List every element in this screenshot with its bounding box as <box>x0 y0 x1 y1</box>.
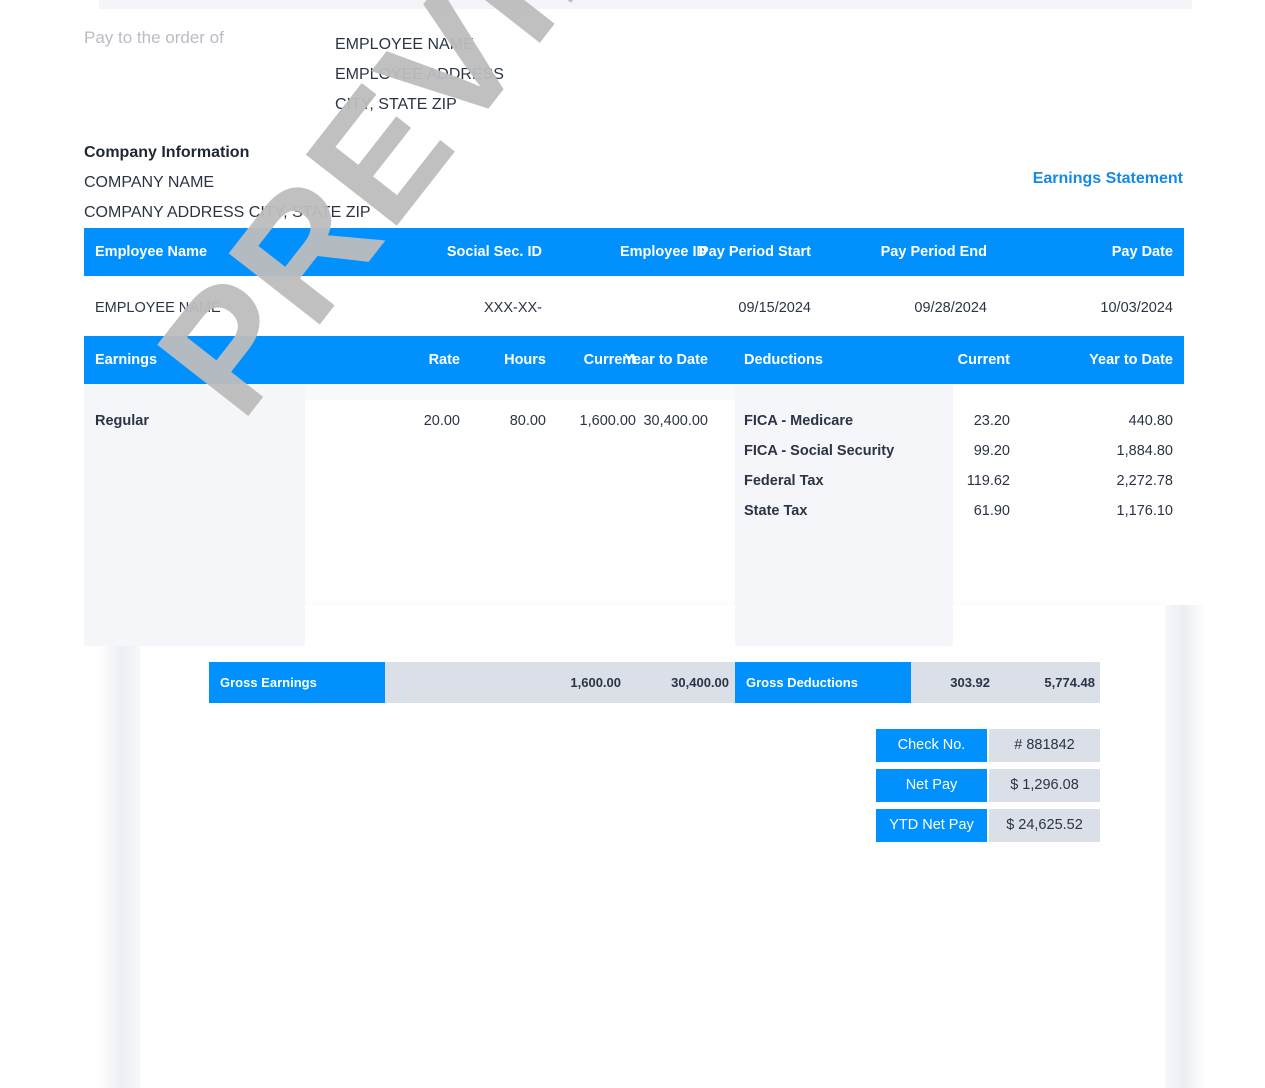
earnings-statement-title: Earnings Statement <box>1032 170 1183 187</box>
summary-value-ytd-net-pay: $ 24,625.52 <box>989 809 1100 842</box>
deduction-row-ytd: 2,272.78 <box>1116 473 1173 489</box>
gross-earnings-ytd: 30,400.00 <box>671 675 729 690</box>
payee-name-line: EMPLOYEE NAME <box>335 36 474 53</box>
page-gutter-right <box>1165 605 1206 1088</box>
value-employee-name: EMPLOYEE NAME <box>95 300 221 316</box>
deduction-row-ytd: 1,176.10 <box>1116 503 1173 519</box>
deduction-row-label: State Tax <box>744 503 808 519</box>
company-name: COMPANY NAME <box>84 174 215 191</box>
page-gutter-left <box>99 605 140 1088</box>
earnings-row-band <box>305 384 735 400</box>
summary-label-check-no: Check No. <box>876 729 987 762</box>
column-header-earnings-ytd: Year to Date <box>624 352 708 368</box>
paystub-page: Pay to the order of EMPLOYEE NAME EMPLOY… <box>0 0 1265 1088</box>
summary-row-ytd-net-pay: YTD Net Pay $ 24,625.52 <box>876 809 1100 842</box>
page-top-strip <box>99 0 1192 9</box>
deduction-row-current: 119.62 <box>966 473 1010 489</box>
gross-totals-strip: Gross Earnings 1,600.00 30,400.00 Gross … <box>209 662 1100 703</box>
summary-label-ytd-net-pay: YTD Net Pay <box>876 809 987 842</box>
summary-value-check-no: # 881842 <box>989 729 1100 762</box>
deduction-row-current: 23.20 <box>973 413 1010 429</box>
value-pay-date: 10/03/2024 <box>1100 300 1173 316</box>
summary-value-net-pay: $ 1,296.08 <box>989 769 1100 802</box>
summary-row-check-no: Check No. # 881842 <box>876 729 1100 762</box>
payee-address-line: EMPLOYEE ADDRESS <box>335 66 504 83</box>
deduction-row-ytd: 440.80 <box>1128 413 1173 429</box>
earnings-row-label: Regular <box>95 413 149 429</box>
payee-address-block: EMPLOYEE NAME EMPLOYEE ADDRESS CITY, STA… <box>335 30 504 120</box>
earnings-row-ytd: 30,400.00 <box>643 413 708 429</box>
deduction-row-current: 61.90 <box>973 503 1010 519</box>
column-header-pay-date: Pay Date <box>1111 244 1173 260</box>
column-header-employee-name: Employee Name <box>95 244 208 260</box>
deduction-row-ytd: 1,884.80 <box>1116 443 1173 459</box>
column-header-deductions: Deductions <box>744 352 823 368</box>
net-pay-summary-box: Check No. # 881842 Net Pay $ 1,296.08 YT… <box>876 729 1100 849</box>
payee-city-state-zip-line: CITY, STATE ZIP <box>335 96 457 113</box>
deduction-row-label: FICA - Social Security <box>744 443 895 459</box>
gross-earnings-label: Gross Earnings <box>209 662 385 703</box>
value-pay-period-end: 09/28/2024 <box>914 300 987 316</box>
gross-earnings-current: 1,600.00 <box>570 675 621 690</box>
column-header-pay-period-end: Pay Period End <box>880 244 987 260</box>
deduction-row-current: 99.20 <box>973 443 1010 459</box>
column-header-deductions-ytd: Year to Date <box>1089 352 1173 368</box>
deduction-row-label: Federal Tax <box>744 473 824 489</box>
value-pay-period-start: 09/15/2024 <box>738 300 811 316</box>
company-address: COMPANY ADDRESS CITY, STATE ZIP <box>84 204 371 221</box>
gross-deductions-ytd: 5,774.48 <box>1044 675 1095 690</box>
employee-info-table: Employee Name Social Sec. ID Employee ID… <box>84 228 1184 337</box>
summary-label-net-pay: Net Pay <box>876 769 987 802</box>
column-header-deductions-current: Current <box>957 352 1010 368</box>
column-header-pay-period-start: Pay Period Start <box>698 244 811 260</box>
summary-row-net-pay: Net Pay $ 1,296.08 <box>876 769 1100 802</box>
company-information-block: Company Information COMPANY NAME COMPANY… <box>84 138 371 228</box>
column-header-earnings: Earnings <box>95 352 158 368</box>
deduction-row-label: FICA - Medicare <box>744 413 854 429</box>
pay-to-order-label: Pay to the order of <box>84 28 224 47</box>
company-information-heading: Company Information <box>84 144 250 161</box>
gross-deductions-label: Gross Deductions <box>735 662 911 703</box>
value-social-sec-id: XXX-XX- <box>483 300 542 316</box>
gross-deductions-current: 303.92 <box>950 675 990 690</box>
